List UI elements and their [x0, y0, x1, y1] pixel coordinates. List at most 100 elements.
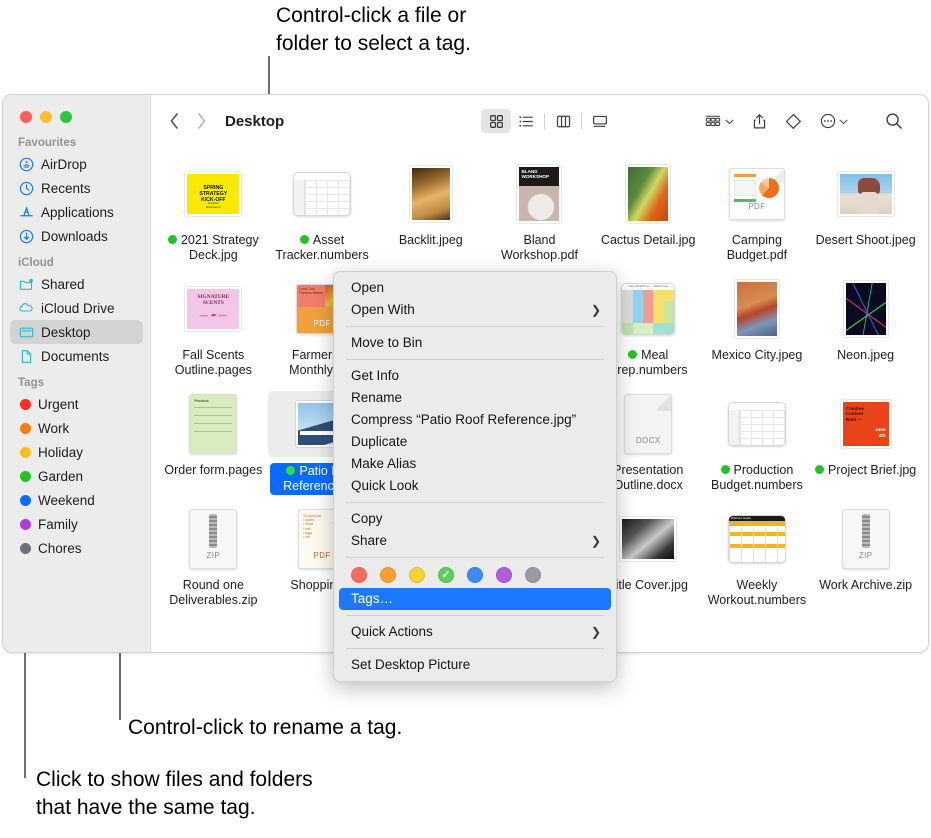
tag-swatch-row: ✓	[334, 563, 616, 588]
sidebar-item-airdrop[interactable]: AirDrop	[10, 152, 143, 176]
menu-item-label: Set Desktop Picture	[351, 657, 471, 672]
sidebar-tag-chores[interactable]: Chores	[10, 536, 143, 560]
menu-separator	[346, 557, 604, 558]
sidebar-tag-work[interactable]: Work	[10, 416, 143, 440]
sidebar-item-desktop[interactable]: Desktop	[10, 320, 143, 344]
menu-item-open-with[interactable]: Open With ❯	[339, 299, 611, 321]
shared-folder-icon	[18, 276, 34, 292]
menu-item-quick-look[interactable]: Quick Look	[339, 475, 611, 497]
menu-item-rename[interactable]: Rename	[339, 387, 611, 409]
file-item[interactable]: Cactus Detail.jpg	[594, 157, 703, 272]
sidebar-item-icloud-drive[interactable]: iCloud Drive	[10, 296, 143, 320]
chevron-right-icon: ❯	[590, 534, 601, 548]
sidebar-item-recents[interactable]: Recents	[10, 176, 143, 200]
sidebar-item-label: iCloud Drive	[41, 300, 115, 316]
menu-item-quick-actions[interactable]: Quick Actions ❯	[339, 621, 611, 643]
minimize-window-button[interactable]	[40, 111, 52, 123]
file-thumbnail: BLAND WORKSHOP	[485, 161, 594, 227]
sidebar-item-shared[interactable]: Shared	[10, 272, 143, 296]
sidebar-item-documents[interactable]: Documents	[10, 344, 143, 368]
icon-view-button[interactable]	[481, 109, 511, 133]
forward-button[interactable]	[196, 112, 207, 130]
file-item[interactable]: SIGNATURE SCENTS — ✒ — Fall Scents Outlin…	[159, 272, 268, 387]
file-item[interactable]: Mexico City.jpeg	[703, 272, 812, 387]
chevron-right-icon: ❯	[590, 303, 601, 317]
file-thumbnail	[268, 161, 377, 227]
list-view-button[interactable]	[511, 109, 541, 133]
file-item[interactable]: Production Budget.numbers	[703, 387, 812, 502]
tag-icon[interactable]	[776, 108, 811, 134]
tag-swatch-orange[interactable]	[380, 567, 396, 583]
group-by-button[interactable]	[695, 108, 743, 134]
sidebar-tag-label: Urgent	[38, 396, 79, 412]
menu-item-share[interactable]: Share ❯	[339, 530, 611, 552]
callout-top-text: Control-click a file or folder to select…	[276, 4, 471, 55]
file-thumbnail: SPRING STRATEGY KICK-OFF Creative Brainstor…	[159, 161, 268, 227]
file-item[interactable]: BLAND WORKSHOP Bland Workshop.pdf	[485, 157, 594, 272]
sidebar-tag-garden[interactable]: Garden	[10, 464, 143, 488]
menu-item-make-alias[interactable]: Make Alias	[339, 453, 611, 475]
file-item[interactable]: SPRING STRATEGY KICK-OFF Creative Brainstor…	[159, 157, 268, 272]
menu-item-duplicate[interactable]: Duplicate	[339, 431, 611, 453]
tag-swatch-green[interactable]: ✓	[438, 567, 454, 583]
menu-item-tags[interactable]: Tags…	[339, 588, 611, 610]
chevron-down-icon	[725, 112, 734, 130]
file-item[interactable]: Creative Content Brief — June 4th Project B…	[811, 387, 920, 502]
file-item[interactable]: ZIP Work Archive.zip	[811, 502, 920, 617]
search-icon[interactable]	[857, 108, 912, 134]
file-label: Desert Shoot.jpeg	[815, 233, 916, 247]
tag-swatch-gray[interactable]	[525, 567, 541, 583]
file-label: Camping Budget.pdf	[726, 233, 788, 262]
sidebar-item-label: Applications	[41, 204, 114, 220]
sidebar-tag-holiday[interactable]: Holiday	[10, 440, 143, 464]
file-item[interactable]: PDF Camping Budget.pdf	[703, 157, 812, 272]
file-item[interactable]: Asset Tracker.numbers	[268, 157, 377, 272]
sidebar-tag-label: Holiday	[38, 444, 84, 460]
more-button[interactable]	[811, 108, 857, 134]
file-item[interactable]: Desert Shoot.jpeg	[811, 157, 920, 272]
column-view-button[interactable]	[548, 109, 578, 133]
share-button[interactable]	[743, 108, 776, 134]
tag-swatch-blue[interactable]	[467, 567, 483, 583]
tag-swatch-yellow[interactable]	[409, 567, 425, 583]
file-label: Fall Scents Outline.pages	[174, 348, 252, 377]
menu-item-move-to-bin[interactable]: Move to Bin	[339, 332, 611, 354]
sidebar-item-applications[interactable]: Applications	[10, 200, 143, 224]
tag-color-dot	[20, 446, 31, 458]
file-item[interactable]: Workout Guide Weekly Workout.numbers	[703, 502, 812, 617]
sidebar-item-downloads[interactable]: Downloads	[10, 224, 143, 248]
menu-item-compress[interactable]: Compress “Patio Roof Reference.jpg”	[339, 409, 611, 431]
chevron-down-icon	[839, 112, 848, 130]
sidebar-tag-urgent[interactable]: Urgent	[10, 392, 143, 416]
maximize-window-button[interactable]	[60, 111, 72, 123]
sidebar-section-tags: Tags	[18, 377, 44, 389]
file-thumbnail	[594, 161, 703, 227]
sidebar-tag-label: Work	[38, 420, 70, 436]
sidebar-tag-weekend[interactable]: Weekend	[10, 488, 143, 512]
file-label: Cactus Detail.jpg	[600, 233, 696, 247]
sidebar-tag-family[interactable]: Family	[10, 512, 143, 536]
tag-color-dot	[20, 542, 31, 554]
sidebar: Favourites AirDrop Recents Applications …	[3, 95, 151, 652]
file-item[interactable]: Produce Order form.pages	[159, 387, 268, 502]
menu-item-set-desktop-picture[interactable]: Set Desktop Picture	[339, 654, 611, 676]
menu-item-label: Open	[351, 280, 385, 295]
callout-bottom-text: Click to show files and folders that hav…	[36, 768, 313, 819]
file-item[interactable]: ZIP Round one Deliverables.zip	[159, 502, 268, 617]
file-label: Bland Workshop.pdf	[501, 233, 578, 262]
file-item[interactable]: Neon.jpeg	[811, 272, 920, 387]
menu-item-open[interactable]: Open	[339, 277, 611, 299]
file-label: Order form.pages	[164, 463, 263, 477]
gallery-view-button[interactable]	[585, 109, 615, 133]
menu-separator	[346, 648, 604, 649]
tag-swatch-red[interactable]	[351, 567, 367, 583]
file-thumbnail: Creative Content Brief — June 4th	[811, 391, 920, 457]
tag-swatch-purple[interactable]	[496, 567, 512, 583]
menu-item-get-info[interactable]: Get Info	[339, 365, 611, 387]
menu-item-copy[interactable]: Copy	[339, 508, 611, 530]
file-item[interactable]: Backlit.jpeg	[376, 157, 485, 272]
leader-line-middle	[119, 660, 121, 720]
menu-separator	[346, 615, 604, 616]
close-window-button[interactable]	[20, 111, 32, 123]
back-button[interactable]	[169, 112, 180, 130]
